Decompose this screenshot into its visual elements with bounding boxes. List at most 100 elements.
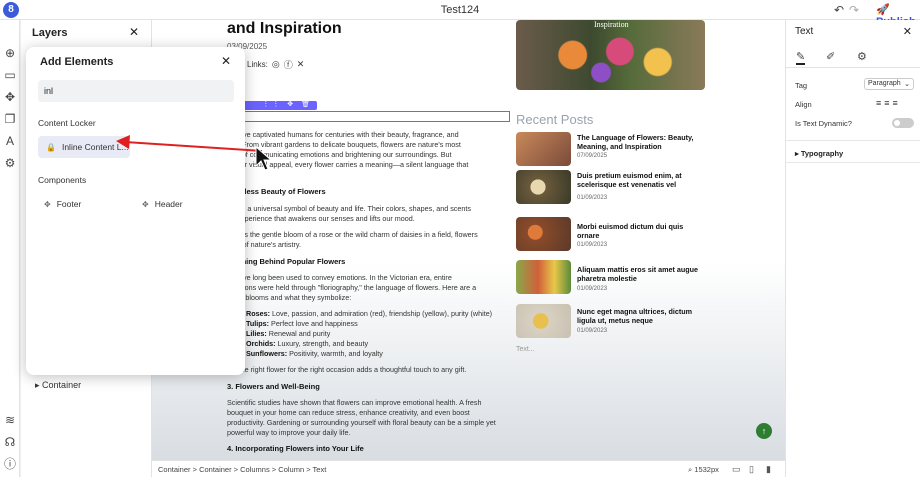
align-label: Align <box>795 100 812 109</box>
post-date: 01/09/2023 <box>577 195 608 201</box>
instagram-icon[interactable]: ◎ <box>272 59 280 70</box>
mobile-icon[interactable]: ▮ <box>766 464 771 475</box>
dynamic-label: Is Text Dynamic? <box>795 119 852 128</box>
text-line: d us of nature's artistry. <box>227 240 301 249</box>
text-line: Scientific studies have shown that flowe… <box>227 398 482 407</box>
text-line: rs have long been used to convey emotion… <box>227 273 452 282</box>
components-icon[interactable]: ✥ <box>3 90 17 104</box>
redo-icon[interactable]: ↷ <box>849 3 859 17</box>
layers-stack-icon[interactable]: ≋ <box>3 413 17 427</box>
layer-item-container[interactable]: ▸ Container <box>35 380 81 391</box>
text-line: powerful way to improve your daily life. <box>227 428 351 437</box>
section-icon[interactable]: ▭ <box>3 68 17 82</box>
post-date: 01/09/2023 <box>577 286 608 292</box>
hero-caption: Inspiration <box>594 20 629 29</box>
post-title[interactable]: Duis pretium euismod enim, at scelerisqu… <box>577 171 707 189</box>
add-icon[interactable]: ⊕ <box>3 46 17 60</box>
section-components: Components <box>38 175 87 185</box>
undo-icon[interactable]: ↶ <box>834 3 844 17</box>
item-label: Inline Content L... <box>61 142 129 152</box>
flower-desc: Perfect love and happiness <box>269 319 358 328</box>
heading-incorporating[interactable]: 4. Incorporating Flowers into Your Life <box>227 444 364 453</box>
selection-actions-icon[interactable]: ⋮⋮ ✥ 🗑 <box>262 100 313 108</box>
popup-title: Add Elements <box>40 56 114 68</box>
post-date: 01/09/2023 <box>577 242 608 248</box>
selected-text-outline[interactable] <box>227 111 510 122</box>
beauty-paragraph[interactable]: rs are a universal symbol of beauty and … <box>227 204 507 250</box>
facebook-icon[interactable]: ⓕ <box>284 58 293 71</box>
text-line: assic blooms and what they symbolize: <box>227 293 352 302</box>
x-icon[interactable]: ✕ <box>297 59 305 70</box>
pages-icon[interactable]: ❐ <box>3 112 17 126</box>
hero-image[interactable]: Inspiration <box>516 20 705 90</box>
post-title[interactable]: Morbi euismod dictum dui quis ornare <box>577 222 707 240</box>
desktop-icon[interactable]: ▭ <box>732 464 741 475</box>
list-item: Roses: Love, passion, and admiration (re… <box>246 309 526 319</box>
chevron-right-icon: ▸ <box>35 380 40 390</box>
top-bar: 8 Test124 ↶ ↷ 🚀 Publish <box>0 0 920 28</box>
wellbeing-paragraph[interactable]: Scientific studies have shown that flowe… <box>227 398 517 438</box>
typography-label: Typography <box>800 149 844 158</box>
left-icon-rail: ⊕ ▭ ✥ ❐ A ⚙ ≋ ☊ ⓘ <box>0 20 20 477</box>
brush-icon[interactable]: ✐ <box>826 50 835 63</box>
typography-section[interactable]: ▸ Typography <box>795 149 843 158</box>
align-center-icon[interactable]: ≡ <box>884 98 892 108</box>
breadcrumb-path[interactable]: Container > Container > Columns > Column… <box>158 465 326 474</box>
post-thumbnail[interactable] <box>516 132 571 166</box>
heading-wellbeing[interactable]: 3. Flowers and Well-Being <box>227 382 320 391</box>
recent-post[interactable]: Morbi euismod dictum dui quis ornare 01/… <box>516 217 706 253</box>
post-thumbnail[interactable] <box>516 170 571 204</box>
recent-post[interactable]: Nunc eget magna ultrices, dictum ligula … <box>516 304 706 340</box>
dynamic-toggle[interactable] <box>892 118 914 128</box>
component-footer[interactable]: ✥ Footer <box>44 199 81 209</box>
close-icon[interactable]: ✕ <box>903 25 912 38</box>
search-input[interactable] <box>38 80 234 102</box>
divider <box>786 162 920 163</box>
text-line: her it's the gentle bloom of a rose or t… <box>227 230 478 239</box>
align-buttons: ≡≡≡ <box>876 98 901 108</box>
search-icon: ⌕ <box>688 465 693 474</box>
chevron-down-icon: ⌄ <box>904 81 910 88</box>
links-label: Links: <box>247 60 268 69</box>
close-icon[interactable]: ✕ <box>221 54 231 68</box>
settings-icon[interactable]: ⚙ <box>3 156 17 170</box>
recent-post[interactable]: The Language of Flowers: Beauty, Meaning… <box>516 132 706 168</box>
scroll-up-icon[interactable]: ↑ <box>756 423 772 439</box>
post-thumbnail[interactable] <box>516 260 571 294</box>
component-icon: ✥ <box>142 200 149 209</box>
tablet-icon[interactable]: ▯ <box>749 464 754 475</box>
recent-post[interactable]: Aliquam mattis eros sit amet augue phare… <box>516 260 706 296</box>
close-icon[interactable]: ✕ <box>129 25 139 39</box>
pencil-icon[interactable]: ✎ <box>796 50 806 65</box>
component-header[interactable]: ✥ Header <box>142 199 183 209</box>
flower-desc: Positivity, warmth, and loyalty <box>287 349 383 358</box>
section-content-locker: Content Locker <box>38 118 96 128</box>
post-title[interactable]: Aliquam mattis eros sit amet augue phare… <box>577 265 707 283</box>
text-placeholder[interactable]: Text... <box>516 346 535 353</box>
align-right-icon[interactable]: ≡ <box>893 98 901 108</box>
flower-name: Tulips: <box>246 319 270 328</box>
typography-icon[interactable]: A <box>3 134 17 148</box>
recent-posts-title[interactable]: Recent Posts <box>516 112 593 127</box>
page-canvas[interactable]: and Inspiration 03/09/2025 Links: ◎ ⓕ ✕ … <box>152 20 785 460</box>
flower-list[interactable]: Roses: Love, passion, and admiration (re… <box>246 309 526 359</box>
flower-desc: Luxury, strength, and beauty <box>275 339 369 348</box>
flower-name: Orchids: <box>246 339 276 348</box>
support-icon[interactable]: ☊ <box>3 435 17 449</box>
intro-paragraph[interactable]: rs have captivated humans for centuries … <box>227 130 507 180</box>
meaning-paragraph[interactable]: rs have long been used to convey emotion… <box>227 273 507 303</box>
article-title[interactable]: and Inspiration <box>227 20 342 38</box>
zoom-readout[interactable]: ⌕ 1532px <box>688 465 719 475</box>
closing-line[interactable]: ing the right flower for the right occas… <box>227 365 507 375</box>
post-thumbnail[interactable] <box>516 304 571 338</box>
gear-icon[interactable]: ⚙ <box>857 50 867 63</box>
post-title[interactable]: The Language of Flowers: Beauty, Meaning… <box>577 133 707 151</box>
tag-select[interactable]: Paragraph ⌄ <box>864 78 914 90</box>
post-title[interactable]: Nunc eget magna ultrices, dictum ligula … <box>577 307 707 325</box>
info-icon[interactable]: ⓘ <box>3 457 17 471</box>
flower-name: Sunflowers: <box>246 349 288 358</box>
recent-post[interactable]: Duis pretium euismod enim, at scelerisqu… <box>516 170 706 206</box>
tag-value: Paragraph <box>868 80 901 87</box>
inline-content-locker-item[interactable]: 🔒 Inline Content L... <box>38 136 130 158</box>
post-thumbnail[interactable] <box>516 217 571 251</box>
